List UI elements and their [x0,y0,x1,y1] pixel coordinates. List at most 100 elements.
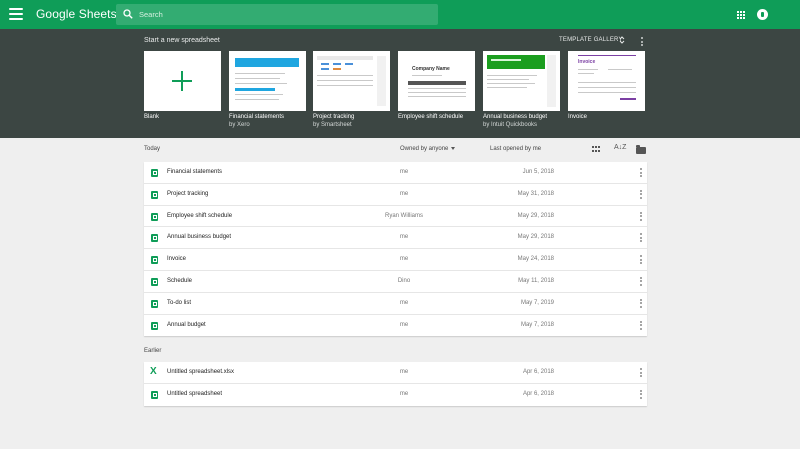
file-row[interactable]: Financial statements me Jun 5, 2018 [144,162,647,184]
file-owner: me [399,369,409,375]
template-section: Start a new spreadsheet TEMPLATE GALLERY… [0,29,800,138]
excel-file-icon: X [150,366,157,377]
file-date: May 7, 2018 [520,321,554,328]
template-name: Employee shift schedule [398,114,464,120]
sheets-file-icon [151,256,158,265]
file-row[interactable]: To-do list me May 7, 2019 [144,293,647,315]
unfold-icon[interactable] [619,35,625,45]
sheets-file-icon [151,190,158,199]
file-row[interactable]: Schedule Dino May 11, 2018 [144,271,647,293]
search-input[interactable] [139,7,429,22]
account-icon[interactable] [757,9,768,20]
file-name: Employee shift schedule [167,212,233,219]
template-more-icon[interactable] [640,37,643,46]
file-name: Annual budget [167,321,206,328]
file-list-earlier: X Untitled spreadsheet.xlsx me Apr 6, 20… [144,362,647,406]
file-date: May 31, 2018 [517,190,554,197]
file-date: Apr 6, 2018 [522,390,554,397]
sheets-file-icon [151,390,158,399]
file-date: May 29, 2018 [517,234,554,241]
template-gallery-button[interactable]: TEMPLATE GALLERY [559,37,623,43]
more-options-icon[interactable] [639,168,642,177]
more-options-icon[interactable] [639,368,642,377]
file-owner: Ryan Williams [384,212,423,219]
sort-az-icon[interactable]: A↓Z [614,144,626,151]
more-options-icon[interactable] [639,276,642,286]
sheets-file-icon [151,277,158,286]
file-name: To-do list [167,299,192,306]
thumb-company-name: Company Name [412,66,450,72]
file-row[interactable]: Employee shift schedule Ryan Williams Ma… [144,206,647,228]
template-thumbnail[interactable] [313,51,390,111]
more-options-icon[interactable] [639,211,642,221]
file-owner: me [399,299,409,306]
template-thumbnail[interactable]: Company Name [398,51,475,111]
file-row[interactable]: Annual business budget me May 29, 2018 [144,227,647,250]
file-name: Invoice [167,256,187,263]
file-date: Apr 6, 2018 [522,369,554,375]
file-name: Schedule [167,277,193,284]
file-row[interactable]: Untitled spreadsheet me Apr 6, 2018 [144,384,647,406]
file-owner: me [399,234,409,241]
main-menu-icon[interactable] [9,8,23,20]
file-owner: me [399,190,409,197]
file-date: May 29, 2018 [517,212,554,219]
app-title[interactable]: Google Sheets [36,7,117,21]
more-options-icon[interactable] [639,255,642,265]
file-name: Financial statements [167,169,223,175]
template-name: Financial statements [229,114,285,120]
file-date: Jun 5, 2018 [522,169,554,175]
template-name: Project tracking [313,114,355,120]
template-thumbnail[interactable] [144,51,221,111]
template-project-tracking[interactable]: Project tracking by Smartsheet [313,51,390,128]
more-options-icon[interactable] [639,389,642,399]
search-box[interactable] [116,4,438,25]
more-options-icon[interactable] [639,298,642,308]
folder-icon[interactable] [636,145,646,154]
file-name: Project tracking [167,190,209,197]
file-row[interactable]: Project tracking me May 31, 2018 [144,184,647,206]
template-thumbnail[interactable] [229,51,306,111]
more-options-icon[interactable] [639,320,642,330]
file-name: Untitled spreadsheet.xlsx [167,369,235,375]
template-annual-business-budget[interactable]: Annual business budget by Intuit Quickbo… [483,51,560,128]
plus-icon [172,71,192,91]
apps-grid-icon[interactable] [737,11,745,19]
group-label-today: Today [144,146,161,152]
last-opened-sort[interactable]: Last opened by me [490,146,541,152]
app-bar: Google Sheets [0,0,800,29]
thumb-invoice-brand: Invoice [578,59,596,65]
file-owner: me [399,169,409,175]
template-blank[interactable]: Blank [144,51,221,120]
owned-by-filter[interactable]: Owned by anyone [400,146,456,152]
template-author: by Smartsheet [313,122,352,128]
template-financial-statements[interactable]: Financial statements by Xero [229,51,306,128]
file-name: Untitled spreadsheet [167,390,223,397]
sheets-file-icon [151,169,158,177]
template-name: Blank [144,114,160,120]
more-options-icon[interactable] [639,233,642,243]
more-options-icon[interactable] [639,189,642,199]
template-employee-shift-schedule[interactable]: Company Name Employee shift schedule [398,51,475,120]
owned-by-label: Owned by anyone [400,146,449,152]
file-owner: me [399,256,409,263]
file-owner: me [399,321,409,328]
template-thumbnail[interactable] [483,51,560,111]
sheets-file-icon [151,212,158,221]
file-row[interactable]: Annual budget me May 7, 2018 [144,315,647,337]
file-owner: me [399,390,409,397]
sheets-file-icon [151,234,158,243]
chevron-down-icon [451,146,456,150]
template-author: by Xero [229,122,250,128]
file-list-today: Financial statements me Jun 5, 2018 Proj… [144,162,647,337]
file-row[interactable]: Invoice me May 24, 2018 [144,249,647,271]
grid-view-icon[interactable] [592,146,600,153]
template-heading: Start a new spreadsheet [144,37,220,44]
file-name: Annual business budget [167,234,232,241]
search-icon[interactable] [123,9,133,19]
sheets-file-icon [151,321,158,330]
file-date: May 24, 2018 [517,256,554,263]
template-thumbnail[interactable]: Invoice [568,51,645,111]
template-invoice[interactable]: Invoice Invoice [568,51,645,120]
file-row[interactable]: X Untitled spreadsheet.xlsx me Apr 6, 20… [144,362,647,384]
